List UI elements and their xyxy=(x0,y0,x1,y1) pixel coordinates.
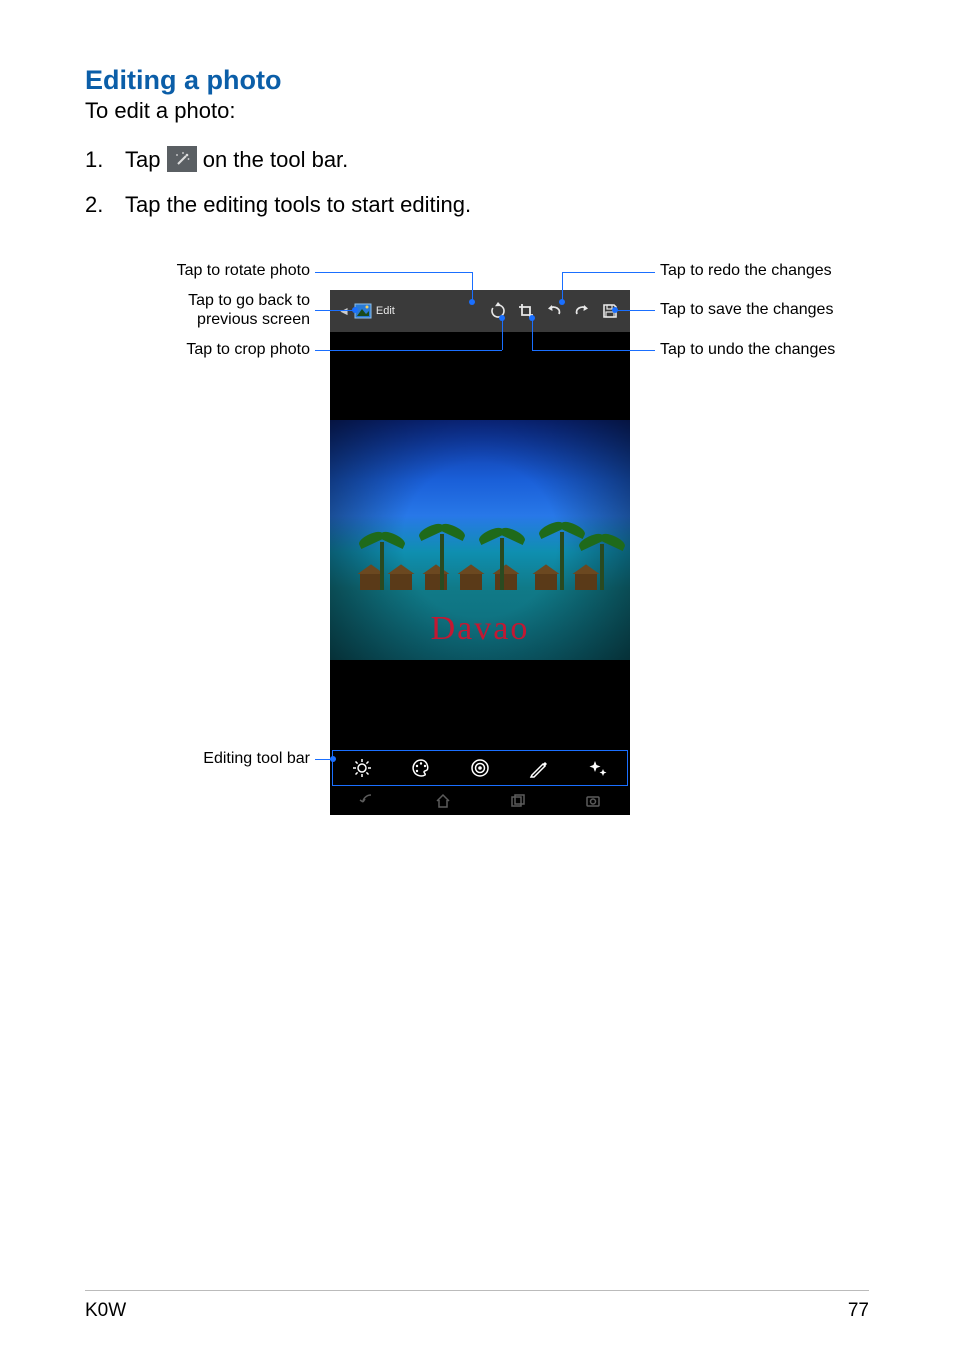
wand-icon xyxy=(167,146,197,172)
undo-icon[interactable] xyxy=(540,290,568,332)
callout-redo: Tap to redo the changes xyxy=(660,262,832,280)
draw-tool-icon[interactable] xyxy=(528,757,550,779)
brightness-tool-icon[interactable] xyxy=(351,757,373,779)
step-1-number: 1. xyxy=(85,142,103,177)
nav-home-icon[interactable] xyxy=(434,792,452,810)
intro-text: To edit a photo: xyxy=(85,98,869,124)
step-list: 1. Tap on the tool bar. 2. Tap the editi… xyxy=(85,142,869,222)
step-2-number: 2. xyxy=(85,187,103,222)
footer-model: K0W xyxy=(85,1300,126,1322)
step-1: 1. Tap on the tool bar. xyxy=(85,142,869,177)
palette-tool-icon[interactable] xyxy=(410,757,432,779)
photo-preview: Davao xyxy=(330,420,630,660)
callout-rotate: Tap to rotate photo xyxy=(85,262,310,280)
step-1-text-b: on the tool bar. xyxy=(203,147,349,172)
callout-editbar: Editing tool bar xyxy=(85,750,310,768)
editing-tool-bar xyxy=(332,750,628,786)
callout-crop: Tap to crop photo xyxy=(85,341,310,359)
redo-icon[interactable] xyxy=(568,290,596,332)
save-icon[interactable] xyxy=(596,290,624,332)
edit-top-toolbar: ◄ Edit xyxy=(330,290,630,332)
back-button[interactable]: ◄ Edit xyxy=(330,290,401,332)
device-screenshot: ◄ Edit xyxy=(330,290,630,815)
footer-rule xyxy=(85,1290,869,1291)
nav-screenshot-icon[interactable] xyxy=(584,792,602,810)
step-2: 2. Tap the editing tools to start editin… xyxy=(85,187,869,222)
rotate-icon[interactable] xyxy=(484,290,512,332)
annotated-diagram: Tap to rotate photo Tap to go back to pr… xyxy=(85,262,869,822)
nav-back-icon[interactable] xyxy=(359,792,377,810)
step-1-text-a: Tap xyxy=(125,147,167,172)
nav-recent-icon[interactable] xyxy=(509,792,527,810)
sparkle-tool-icon[interactable] xyxy=(587,757,609,779)
photo-caption: Davao xyxy=(330,610,630,648)
section-heading: Editing a photo xyxy=(85,65,869,96)
effects-tool-icon[interactable] xyxy=(469,757,491,779)
callout-save: Tap to save the changes xyxy=(660,301,833,319)
callout-undo: Tap to undo the changes xyxy=(660,341,835,359)
callout-back-line2: previous screen xyxy=(197,311,310,328)
chevron-left-icon: ◄ xyxy=(338,304,350,318)
callout-back-line1: Tap to go back to xyxy=(188,292,310,309)
system-nav-bar xyxy=(330,787,630,815)
callout-back: Tap to go back to previous screen xyxy=(85,292,310,329)
crop-icon[interactable] xyxy=(512,290,540,332)
footer-page-number: 77 xyxy=(848,1300,869,1322)
step-2-text: Tap the editing tools to start editing. xyxy=(125,192,471,217)
edit-label: Edit xyxy=(376,305,395,317)
